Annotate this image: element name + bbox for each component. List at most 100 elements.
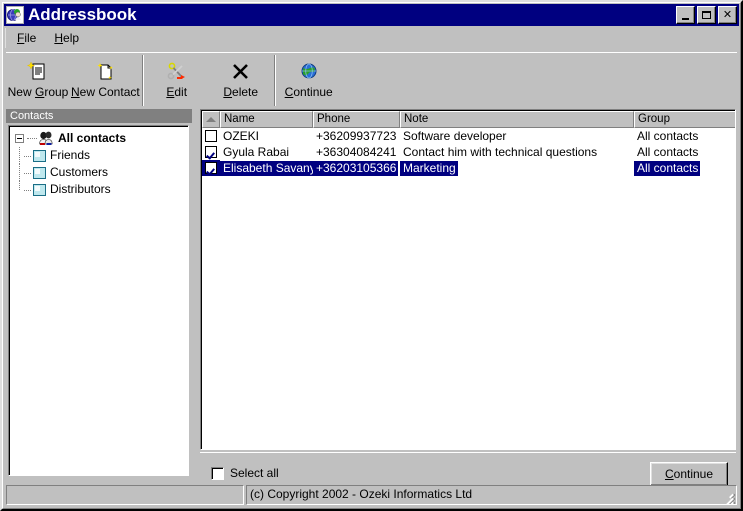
cell-note-text: Contact him with technical questions — [403, 144, 598, 159]
cell-name-text: Elisabeth Savanya — [220, 160, 313, 176]
tree-item-customers[interactable]: Customers — [15, 164, 188, 181]
cell-phone-text: +36209937723 — [316, 128, 397, 143]
cell-phone-text: +36203105366 — [313, 160, 399, 176]
tree-item-friends[interactable]: Friends — [15, 147, 188, 164]
contact-list-pane: Name Phone Note Group OZEKI +36209937723 — [198, 109, 737, 486]
menu-bar: File Help — [5, 28, 738, 48]
tree-connector-horizontal — [24, 147, 33, 164]
tree-connector-horizontal — [24, 181, 33, 198]
cell-check[interactable] — [202, 160, 220, 176]
cell-group-text: All contacts — [637, 144, 699, 159]
toolbar-group-create: New Group New Contact — [6, 53, 141, 108]
maximize-button[interactable] — [697, 6, 716, 24]
resize-grip[interactable] — [720, 489, 734, 504]
menu-file[interactable]: File — [10, 29, 43, 47]
tree-connector — [27, 138, 37, 139]
column-header-note[interactable]: Note — [400, 111, 634, 128]
copyright-text: (c) Copyright 2002 - Ozeki Informatics L… — [250, 487, 473, 501]
cell-phone: +36203105366 — [313, 160, 400, 176]
minimize-button[interactable] — [676, 6, 695, 24]
row-checkbox[interactable] — [205, 130, 217, 142]
delete-x-icon — [229, 60, 253, 84]
list-header-row: Name Phone Note Group — [202, 111, 735, 128]
menu-help[interactable]: Help — [47, 29, 86, 47]
column-header-group[interactable]: Group — [634, 111, 735, 128]
cell-group: All contacts — [634, 144, 735, 160]
new-contact-icon — [93, 60, 117, 84]
continue-globe-icon — [297, 60, 321, 84]
toolbar-filler — [341, 53, 737, 108]
group-folder-icon — [33, 149, 46, 162]
cell-group: All contacts — [634, 128, 735, 144]
cell-note: Software developer — [400, 128, 634, 144]
cell-name-text: OZEKI — [223, 128, 260, 143]
cell-name: OZEKI — [220, 128, 313, 144]
tree-item-distributors[interactable]: Distributors — [15, 181, 188, 198]
app-root: Addressbook ✕ File Help New Group New Co… — [0, 0, 743, 511]
table-row[interactable]: OZEKI +36209937723 Software developer Al… — [202, 128, 734, 144]
column-header-check[interactable] — [202, 111, 220, 128]
tree-expander-icon[interactable] — [15, 134, 24, 143]
column-header-name[interactable]: Name — [220, 111, 313, 128]
cell-check[interactable] — [202, 128, 220, 144]
edit-label: Edit — [166, 85, 188, 99]
cell-phone: +36304084241 — [313, 144, 400, 160]
continue-button[interactable]: Continue — [650, 462, 728, 486]
tree-connector-horizontal — [24, 164, 33, 181]
addressbook-globe-icon[interactable] — [6, 6, 24, 24]
row-checkbox[interactable] — [205, 146, 217, 158]
table-row[interactable]: Gyula Rabai +36304084241 Contact him wit… — [202, 144, 734, 160]
new-group-label: New Group — [7, 85, 69, 99]
group-folder-icon — [33, 166, 46, 179]
select-all-checkbox[interactable]: Select all — [211, 466, 279, 480]
list-rows: OZEKI +36209937723 Software developer Al… — [202, 128, 734, 176]
cell-note: Marketing — [400, 160, 634, 176]
application-window: Addressbook ✕ File Help New Group New Co… — [0, 0, 743, 511]
table-row[interactable]: Elisabeth Savanya +36203105366 Marketing… — [202, 160, 734, 176]
toolbar-group-modify: Edit Delete — [145, 53, 273, 108]
toolbar-separator-2 — [273, 55, 276, 106]
cell-check[interactable] — [202, 144, 220, 160]
menu-file-rest: ile — [24, 31, 37, 45]
cell-group-text: All contacts — [637, 128, 699, 143]
cell-group: All contacts — [634, 160, 735, 176]
new-group-button[interactable]: New Group — [6, 53, 70, 108]
contact-list-view[interactable]: Name Phone Note Group OZEKI +36209937723 — [200, 109, 736, 450]
delete-label: Delete — [223, 85, 259, 99]
tree-item-all-contacts[interactable]: All contacts — [15, 130, 188, 147]
select-all-box[interactable] — [211, 466, 224, 480]
cell-phone-text: +36304084241 — [316, 144, 397, 159]
column-header-phone[interactable]: Phone — [313, 111, 400, 128]
title-bar-buttons: ✕ — [676, 6, 737, 24]
new-contact-label: New Contact — [71, 85, 140, 99]
group-folder-icon — [33, 183, 46, 196]
continue-toolbar-label: Continue — [284, 85, 333, 99]
tree-connector-vertical — [15, 147, 24, 164]
main-content: Contacts All contacts Friends Customers … — [6, 109, 737, 486]
cell-note-text: Software developer — [403, 128, 507, 143]
continue-button-label: Continue — [664, 467, 714, 481]
cell-note-text: Marketing — [400, 160, 458, 176]
tree-connector-vertical — [15, 181, 24, 198]
toolbar: New Group New Contact Edit Delete Contin… — [6, 52, 737, 108]
tree-item-all-contacts-label: All contacts — [58, 131, 127, 145]
contacts-tree[interactable]: All contacts Friends Customers Distribut… — [8, 125, 189, 476]
continue-toolbar-button[interactable]: Continue — [277, 53, 341, 108]
contacts-tree-pane: Contacts All contacts Friends Customers … — [6, 109, 192, 481]
new-group-icon — [26, 60, 50, 84]
delete-button[interactable]: Delete — [209, 53, 273, 108]
status-bar: (c) Copyright 2002 - Ozeki Informatics L… — [6, 485, 737, 505]
new-contact-button[interactable]: New Contact — [70, 53, 141, 108]
menu-help-rest: elp — [63, 31, 80, 45]
people-icon — [37, 131, 55, 146]
edit-button[interactable]: Edit — [145, 53, 209, 108]
row-checkbox[interactable] — [205, 162, 217, 174]
cell-name: Elisabeth Savanya — [220, 160, 313, 176]
cell-group-text: All contacts — [634, 160, 701, 176]
toolbar-separator-1 — [141, 55, 144, 106]
cell-name: Gyula Rabai — [220, 144, 313, 160]
close-button[interactable]: ✕ — [718, 6, 737, 24]
title-bar[interactable]: Addressbook ✕ — [4, 4, 739, 26]
tree-item-customers-label: Customers — [50, 165, 109, 179]
sort-ascending-icon — [206, 117, 216, 122]
